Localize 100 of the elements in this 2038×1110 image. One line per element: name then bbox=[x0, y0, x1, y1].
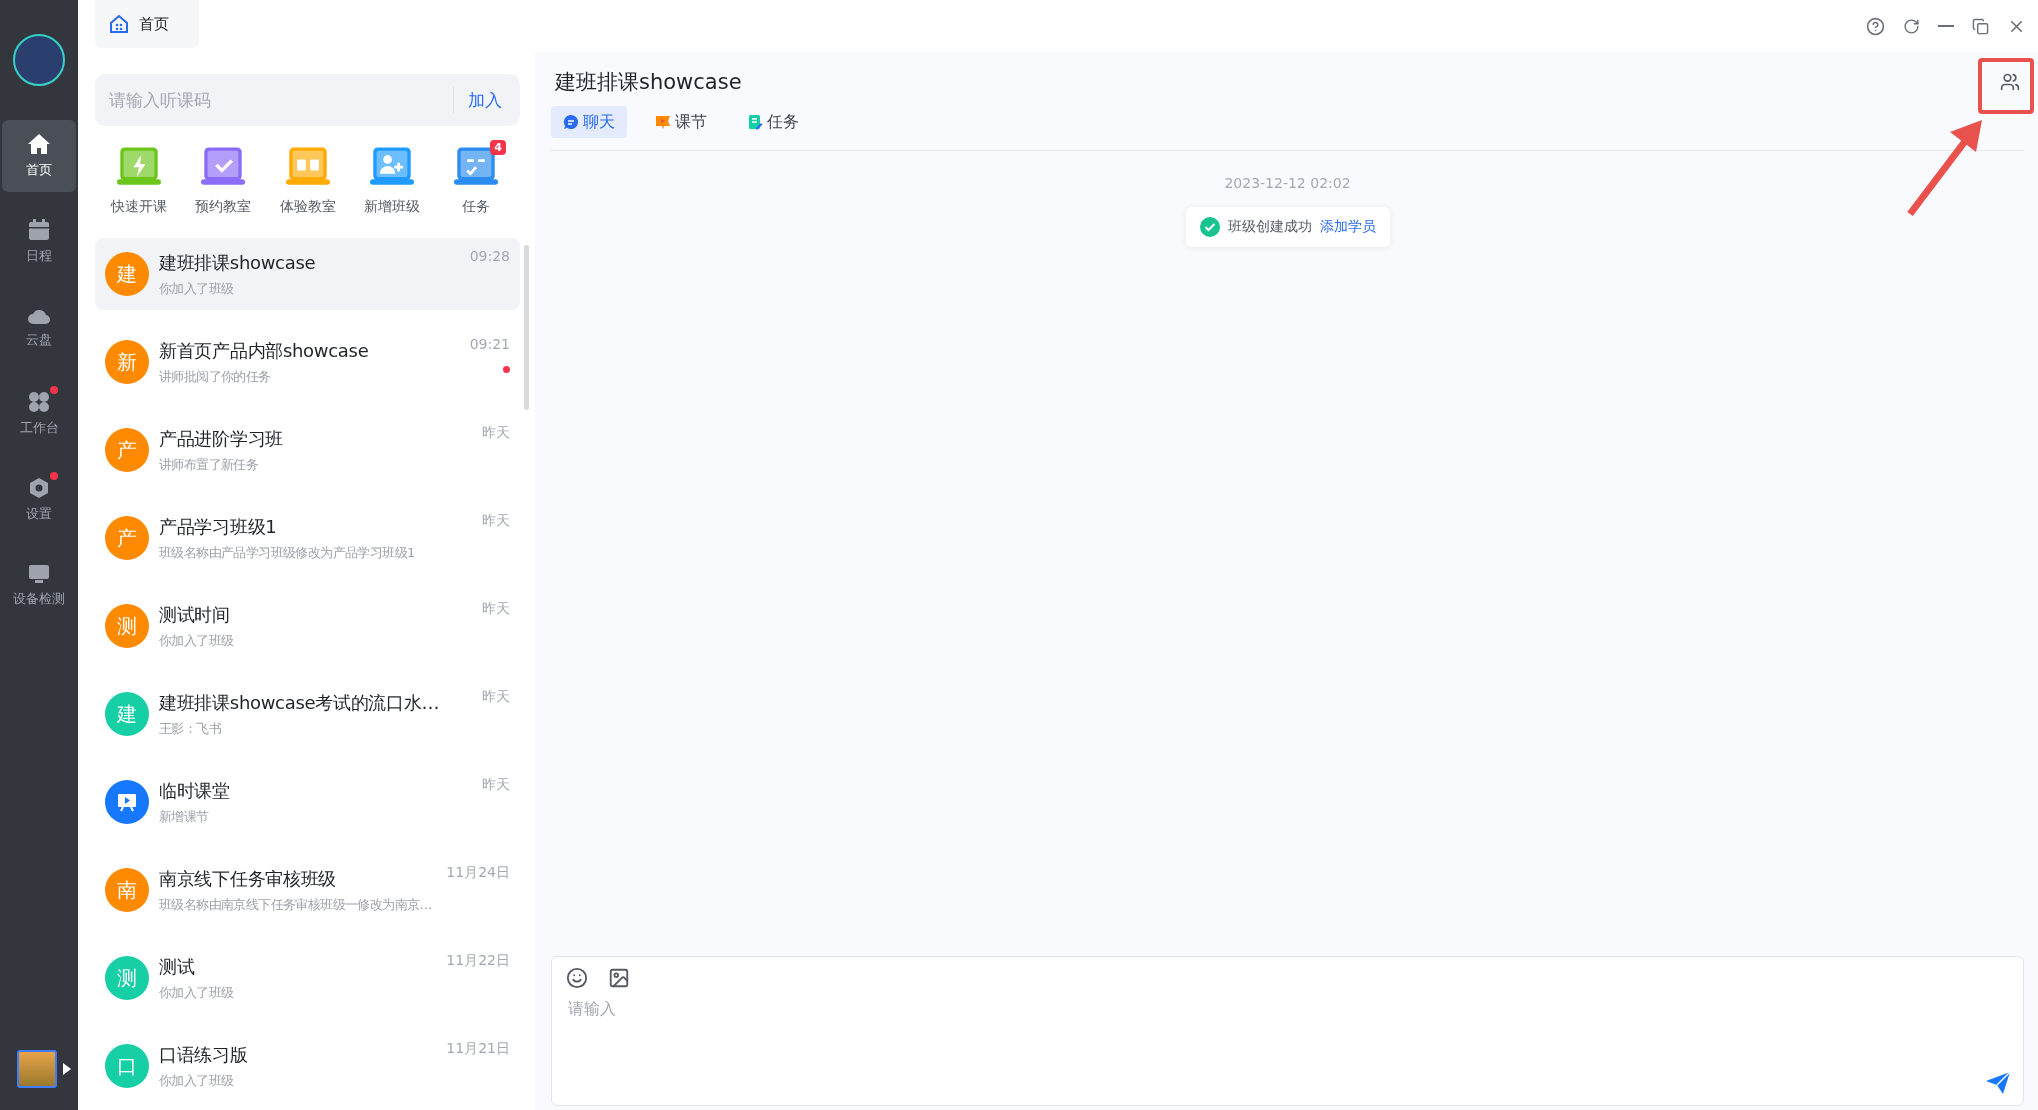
monitor-icon bbox=[28, 564, 50, 584]
conversation-time: 昨天 bbox=[482, 600, 510, 618]
quick-action[interactable]: 快速开课 bbox=[103, 144, 175, 216]
restore-icon bbox=[1972, 17, 1989, 35]
profile-avatar[interactable] bbox=[13, 34, 65, 86]
success-check-icon bbox=[1199, 217, 1220, 237]
message-composer[interactable]: 请输入 bbox=[551, 956, 2024, 1106]
scrollbar[interactable] bbox=[524, 245, 529, 410]
chat-title: 建班排课showcase bbox=[555, 69, 742, 96]
expand-triangle-icon[interactable] bbox=[63, 1063, 71, 1075]
conversation-preview: 班级名称由产品学习班级修改为产品学习班级1 bbox=[159, 543, 415, 562]
nav-label: 设置 bbox=[26, 505, 52, 523]
flag-icon bbox=[655, 114, 671, 130]
conversation-item[interactable]: 南 南京线下任务审核班级 班级名称由南京线下任务审核班级一修改为南京… 11月24日 bbox=[95, 854, 520, 926]
nav-label: 首页 bbox=[26, 161, 52, 179]
conversation-item[interactable]: 产 产品学习班级1 班级名称由产品学习班级修改为产品学习班级1 昨天 bbox=[95, 502, 520, 574]
settings-icon bbox=[28, 477, 50, 499]
nav-label: 云盘 bbox=[26, 331, 52, 349]
conversation-preview: 你加入了班级 bbox=[159, 983, 234, 1002]
conversation-time: 昨天 bbox=[482, 776, 510, 794]
refresh-button[interactable] bbox=[1903, 17, 1920, 35]
nav-item[interactable]: 设备检测 bbox=[2, 550, 76, 622]
conversation-time: 11月22日 bbox=[446, 952, 510, 970]
home-tab[interactable]: 首页 bbox=[95, 0, 199, 48]
chat-tab[interactable]: 课节 bbox=[643, 106, 719, 138]
calendar-icon bbox=[28, 219, 50, 241]
quick-action-label: 快速开课 bbox=[111, 198, 167, 216]
nav-label: 工作台 bbox=[19, 419, 59, 437]
image-button[interactable] bbox=[608, 967, 630, 989]
conversation-item[interactable]: 建 建班排课showcase考试的流口水… 王影：飞书 昨天 bbox=[95, 678, 520, 750]
class-avatar: 建 bbox=[105, 692, 149, 736]
apps-icon bbox=[28, 391, 50, 413]
conversation-title: 建班排课showcase考试的流口水… bbox=[159, 690, 440, 715]
quick-action-label: 新增班级 bbox=[363, 198, 420, 216]
count-badge: 4 bbox=[490, 140, 506, 155]
class-avatar: 新 bbox=[105, 340, 149, 384]
quick-action[interactable]: 体验教室 bbox=[271, 144, 344, 216]
conversation-item[interactable]: 临时课堂 新增课节 昨天 bbox=[95, 766, 520, 838]
conversation-time: 昨天 bbox=[482, 512, 510, 530]
add-student-link[interactable]: 添加学员 bbox=[1319, 218, 1376, 236]
quick-action-label: 任务 bbox=[462, 198, 490, 216]
quick-action[interactable]: 预约教室 bbox=[187, 144, 260, 216]
conversation-item[interactable]: 建 建班排课showcase 你加入了班级 09:28 bbox=[95, 238, 520, 310]
refresh-icon bbox=[1903, 17, 1920, 35]
conversation-title: 南京线下任务审核班级 bbox=[159, 866, 336, 891]
nav-label: 设备检测 bbox=[13, 590, 65, 608]
conversation-title: 口语练习版 bbox=[159, 1042, 248, 1067]
conversation-preview: 王影：飞书 bbox=[159, 719, 221, 738]
conversation-title: 测试 bbox=[159, 954, 195, 979]
conversation-item[interactable]: 测 测试时间 你加入了班级 昨天 bbox=[95, 590, 520, 662]
help-button[interactable] bbox=[1866, 16, 1885, 36]
emoji-button[interactable] bbox=[566, 967, 588, 989]
nav-item[interactable]: 云盘 bbox=[2, 292, 76, 364]
class-avatar: 南 bbox=[105, 868, 149, 912]
nav-item[interactable]: 工作台 bbox=[2, 378, 76, 450]
conversation-item[interactable]: 新 新首页产品内部showcase 讲师批阅了你的任务 09:21 bbox=[95, 326, 520, 398]
home-icon bbox=[27, 133, 51, 155]
quick-action-label: 预约教室 bbox=[195, 198, 252, 216]
class-avatar: 测 bbox=[105, 604, 149, 648]
nav-item[interactable]: 首页 bbox=[2, 120, 76, 192]
class-avatar: 产 bbox=[105, 516, 149, 560]
highlight-frame bbox=[1978, 58, 2034, 114]
quick-action-label: 体验教室 bbox=[279, 198, 336, 216]
class-avatar: 建 bbox=[105, 252, 149, 296]
conversation-preview: 讲师布置了新任务 bbox=[159, 455, 259, 474]
conversation-time: 昨天 bbox=[482, 424, 510, 442]
cloud-icon bbox=[27, 307, 51, 325]
conversation-item[interactable]: 测 测试 你加入了班级 11月22日 bbox=[95, 942, 520, 1014]
join-code-field[interactable]: 请输入听课码 加入 bbox=[95, 74, 520, 126]
conversation-preview: 新增课节 bbox=[159, 807, 209, 826]
conversation-item[interactable]: 产 产品进阶学习班 讲师布置了新任务 昨天 bbox=[95, 414, 520, 486]
join-button[interactable]: 加入 bbox=[468, 88, 502, 112]
conversation-time: 昨天 bbox=[482, 688, 510, 706]
nav-item[interactable]: 日程 bbox=[2, 206, 76, 278]
chat-tab[interactable]: 聊天 bbox=[551, 106, 627, 138]
conversation-preview: 你加入了班级 bbox=[159, 279, 234, 298]
document-icon bbox=[747, 114, 763, 130]
help-icon bbox=[1866, 16, 1885, 36]
class-avatar: 产 bbox=[105, 428, 149, 472]
minimize-icon bbox=[1938, 25, 1954, 27]
conversation-title: 临时课堂 bbox=[159, 778, 230, 803]
home-icon bbox=[109, 14, 129, 34]
conversation-time: 11月24日 bbox=[446, 864, 510, 882]
class-avatar: 测 bbox=[105, 956, 149, 1000]
nav-label: 日程 bbox=[26, 247, 52, 265]
quick-action[interactable]: 新增班级 bbox=[355, 144, 428, 216]
conversation-title: 新首页产品内部showcase bbox=[159, 338, 369, 363]
restore-button[interactable] bbox=[1972, 17, 1989, 35]
nav-item[interactable]: 设置 bbox=[2, 464, 76, 536]
chat-tab[interactable]: 任务 bbox=[735, 106, 811, 138]
conversation-title: 产品学习班级1 bbox=[159, 514, 277, 539]
conversation-time: 11月21日 bbox=[446, 1040, 510, 1058]
message-timestamp: 2023-12-12 02:02 bbox=[1224, 175, 1351, 191]
send-button[interactable] bbox=[1985, 1071, 2011, 1095]
conversation-item[interactable]: 口 口语练习版 你加入了班级 11月21日 bbox=[95, 1030, 520, 1102]
conversation-title: 产品进阶学习班 bbox=[159, 426, 283, 451]
conversation-preview: 你加入了班级 bbox=[159, 1071, 234, 1090]
conversation-time: 09:21 bbox=[469, 336, 510, 352]
conversation-preview: 讲师批阅了你的任务 bbox=[159, 367, 271, 386]
conversation-preview: 你加入了班级 bbox=[159, 631, 234, 650]
